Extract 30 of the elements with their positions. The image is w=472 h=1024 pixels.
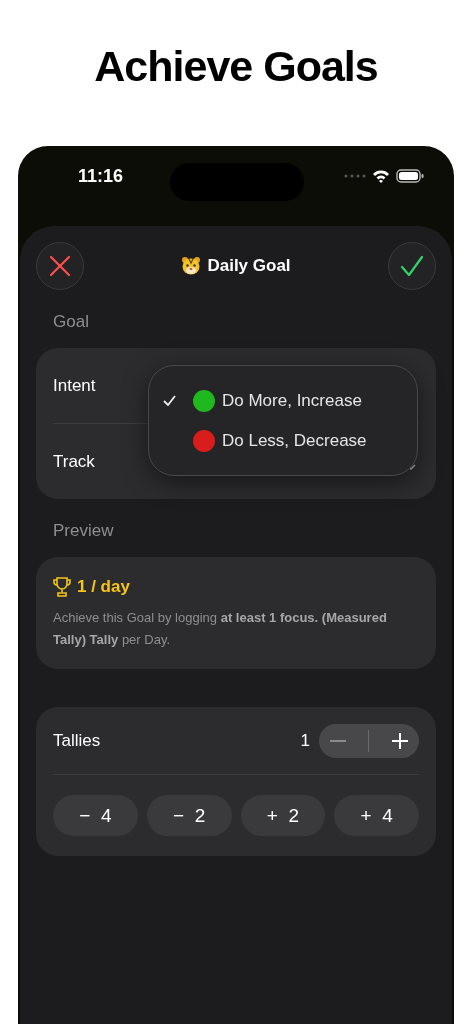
row-label: Tallies <box>53 731 102 751</box>
checkmark-icon <box>400 255 424 277</box>
menu-item[interactable]: Do More, Increase <box>149 389 417 412</box>
adjust-button[interactable]: − 2 <box>146 795 232 836</box>
tiger-face-icon <box>181 256 202 276</box>
goal-description: Achieve this Goal by logging at least 1 focus. (Measured Tally) Tally per Day. <box>53 609 388 649</box>
status-time: 11:16 <box>78 165 124 187</box>
adjust-button[interactable]: − 4 <box>53 795 138 836</box>
row-label: Intent <box>53 375 97 396</box>
signal-icon <box>344 174 366 178</box>
close-icon <box>49 255 71 277</box>
minus-icon[interactable] <box>330 740 347 742</box>
row-label: Track <box>53 451 96 472</box>
trophy-icon <box>53 577 71 597</box>
close-button[interactable] <box>36 242 84 290</box>
goal-target: 1 / day <box>77 577 130 597</box>
battery-icon <box>396 169 424 183</box>
confirm-button[interactable] <box>388 242 436 290</box>
section-label: Preview <box>53 521 115 542</box>
menu-item[interactable]: Do Less, Decrease <box>149 429 417 452</box>
plus-icon[interactable] <box>391 733 408 749</box>
sheet-title: Daily Goal <box>207 256 291 276</box>
tally-value: 1 <box>300 731 310 751</box>
wifi-icon <box>372 169 390 183</box>
stepper-control[interactable] <box>319 724 419 758</box>
headline: Achieve Goals <box>94 41 378 92</box>
checkmark-icon <box>163 395 176 406</box>
section-label: Goal <box>53 312 90 333</box>
adjust-button[interactable]: + 2 <box>240 795 326 836</box>
adjust-button[interactable]: + 4 <box>334 795 419 836</box>
